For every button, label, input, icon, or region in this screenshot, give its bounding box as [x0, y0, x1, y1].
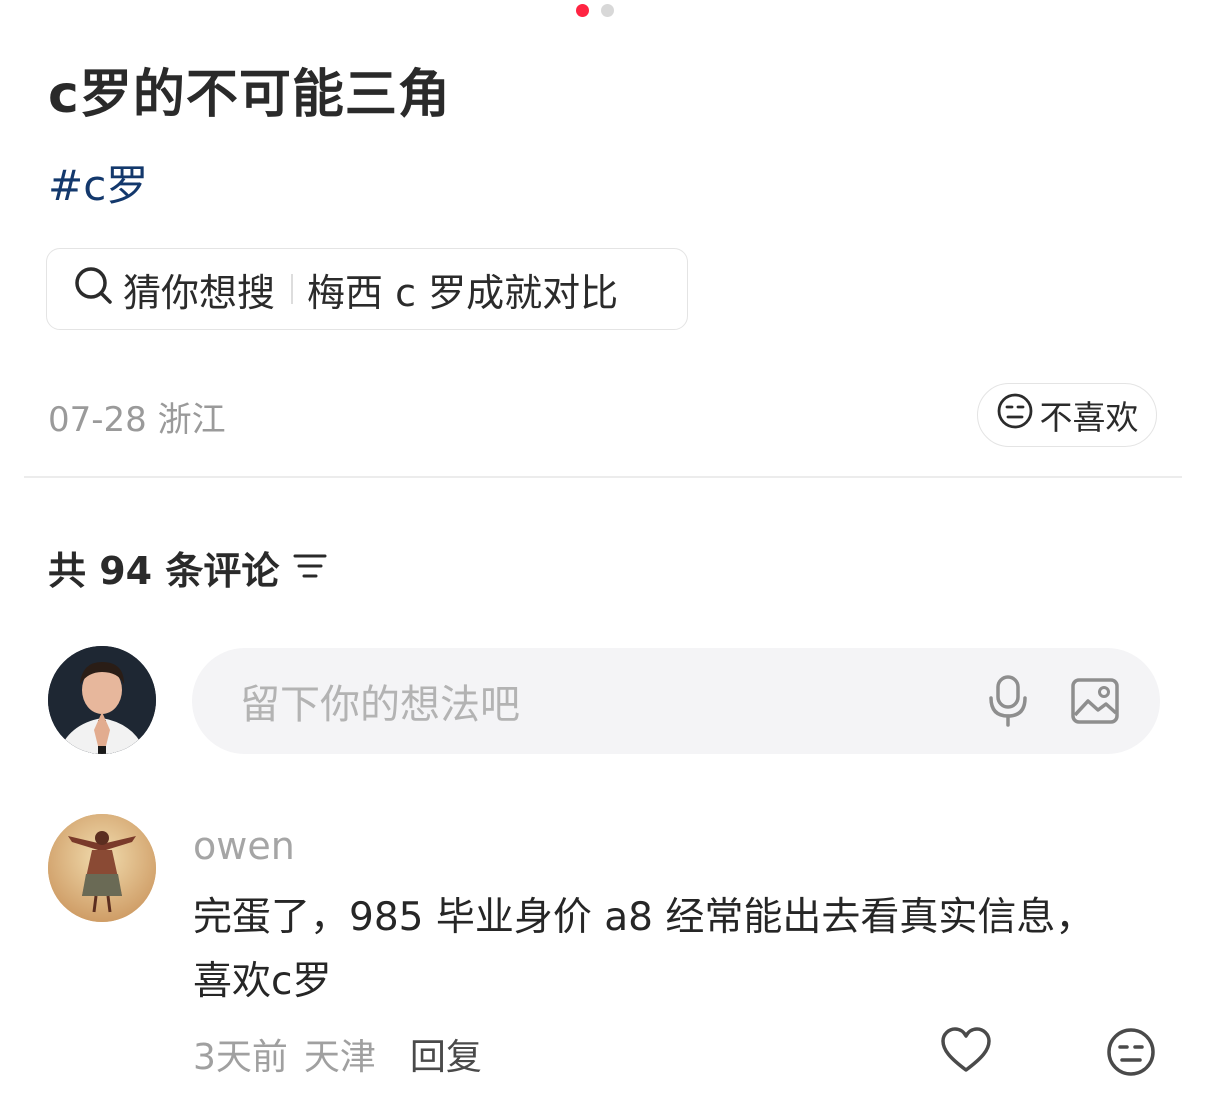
search-suggestion-query: 梅西 c 罗成就对比 [307, 270, 619, 315]
comment-location: 天津 [303, 1037, 376, 1078]
dislike-label: 不喜欢 [1039, 398, 1139, 437]
search-suggestion-chip[interactable]: 猜你想搜 梅西 c 罗成就对比 [46, 248, 688, 330]
heart-icon[interactable] [940, 1026, 992, 1078]
post-hashtag[interactable]: #c罗 [48, 152, 148, 213]
post-date: 07-28 [48, 400, 147, 440]
image-icon[interactable] [1070, 677, 1120, 735]
reply-button[interactable]: 回复 [410, 1028, 482, 1080]
comment-input-placeholder: 留下你的想法吧 [240, 682, 520, 728]
microphone-icon[interactable] [986, 674, 1030, 738]
page-dot-active [576, 4, 589, 17]
my-avatar[interactable] [48, 646, 156, 754]
commenter-avatar[interactable] [48, 814, 156, 922]
comment-input[interactable]: 留下你的想法吧 [192, 648, 1160, 754]
post-meta: 07-28 浙江 [48, 392, 226, 441]
search-suggestion-label: 猜你想搜 [123, 270, 276, 315]
post-title: c罗的不可能三角 [48, 65, 451, 125]
dislike-button[interactable]: 不喜欢 [977, 383, 1157, 447]
page-indicator [576, 4, 614, 17]
meh-face-icon[interactable] [1105, 1026, 1157, 1082]
meh-face-icon [996, 392, 1040, 438]
section-divider [24, 476, 1182, 478]
chip-divider [291, 274, 294, 304]
comment-text: 完蛋了，985 毕业身价 a8 经常能出去看真实信息，喜欢c罗 [193, 895, 1095, 1004]
sort-filter-icon[interactable] [279, 546, 327, 590]
comment-count-label: 共 94 条评论 [48, 549, 280, 593]
comment-footer: 3天前 天津 回复 [193, 1028, 482, 1080]
comment-count-header[interactable]: 共 94 条评论 [48, 540, 327, 595]
comment-time: 3天前 [193, 1037, 288, 1078]
comment-username[interactable]: owen [193, 824, 295, 868]
search-icon [73, 265, 123, 314]
post-location: 浙江 [157, 400, 226, 440]
page-dot-inactive [601, 4, 614, 17]
